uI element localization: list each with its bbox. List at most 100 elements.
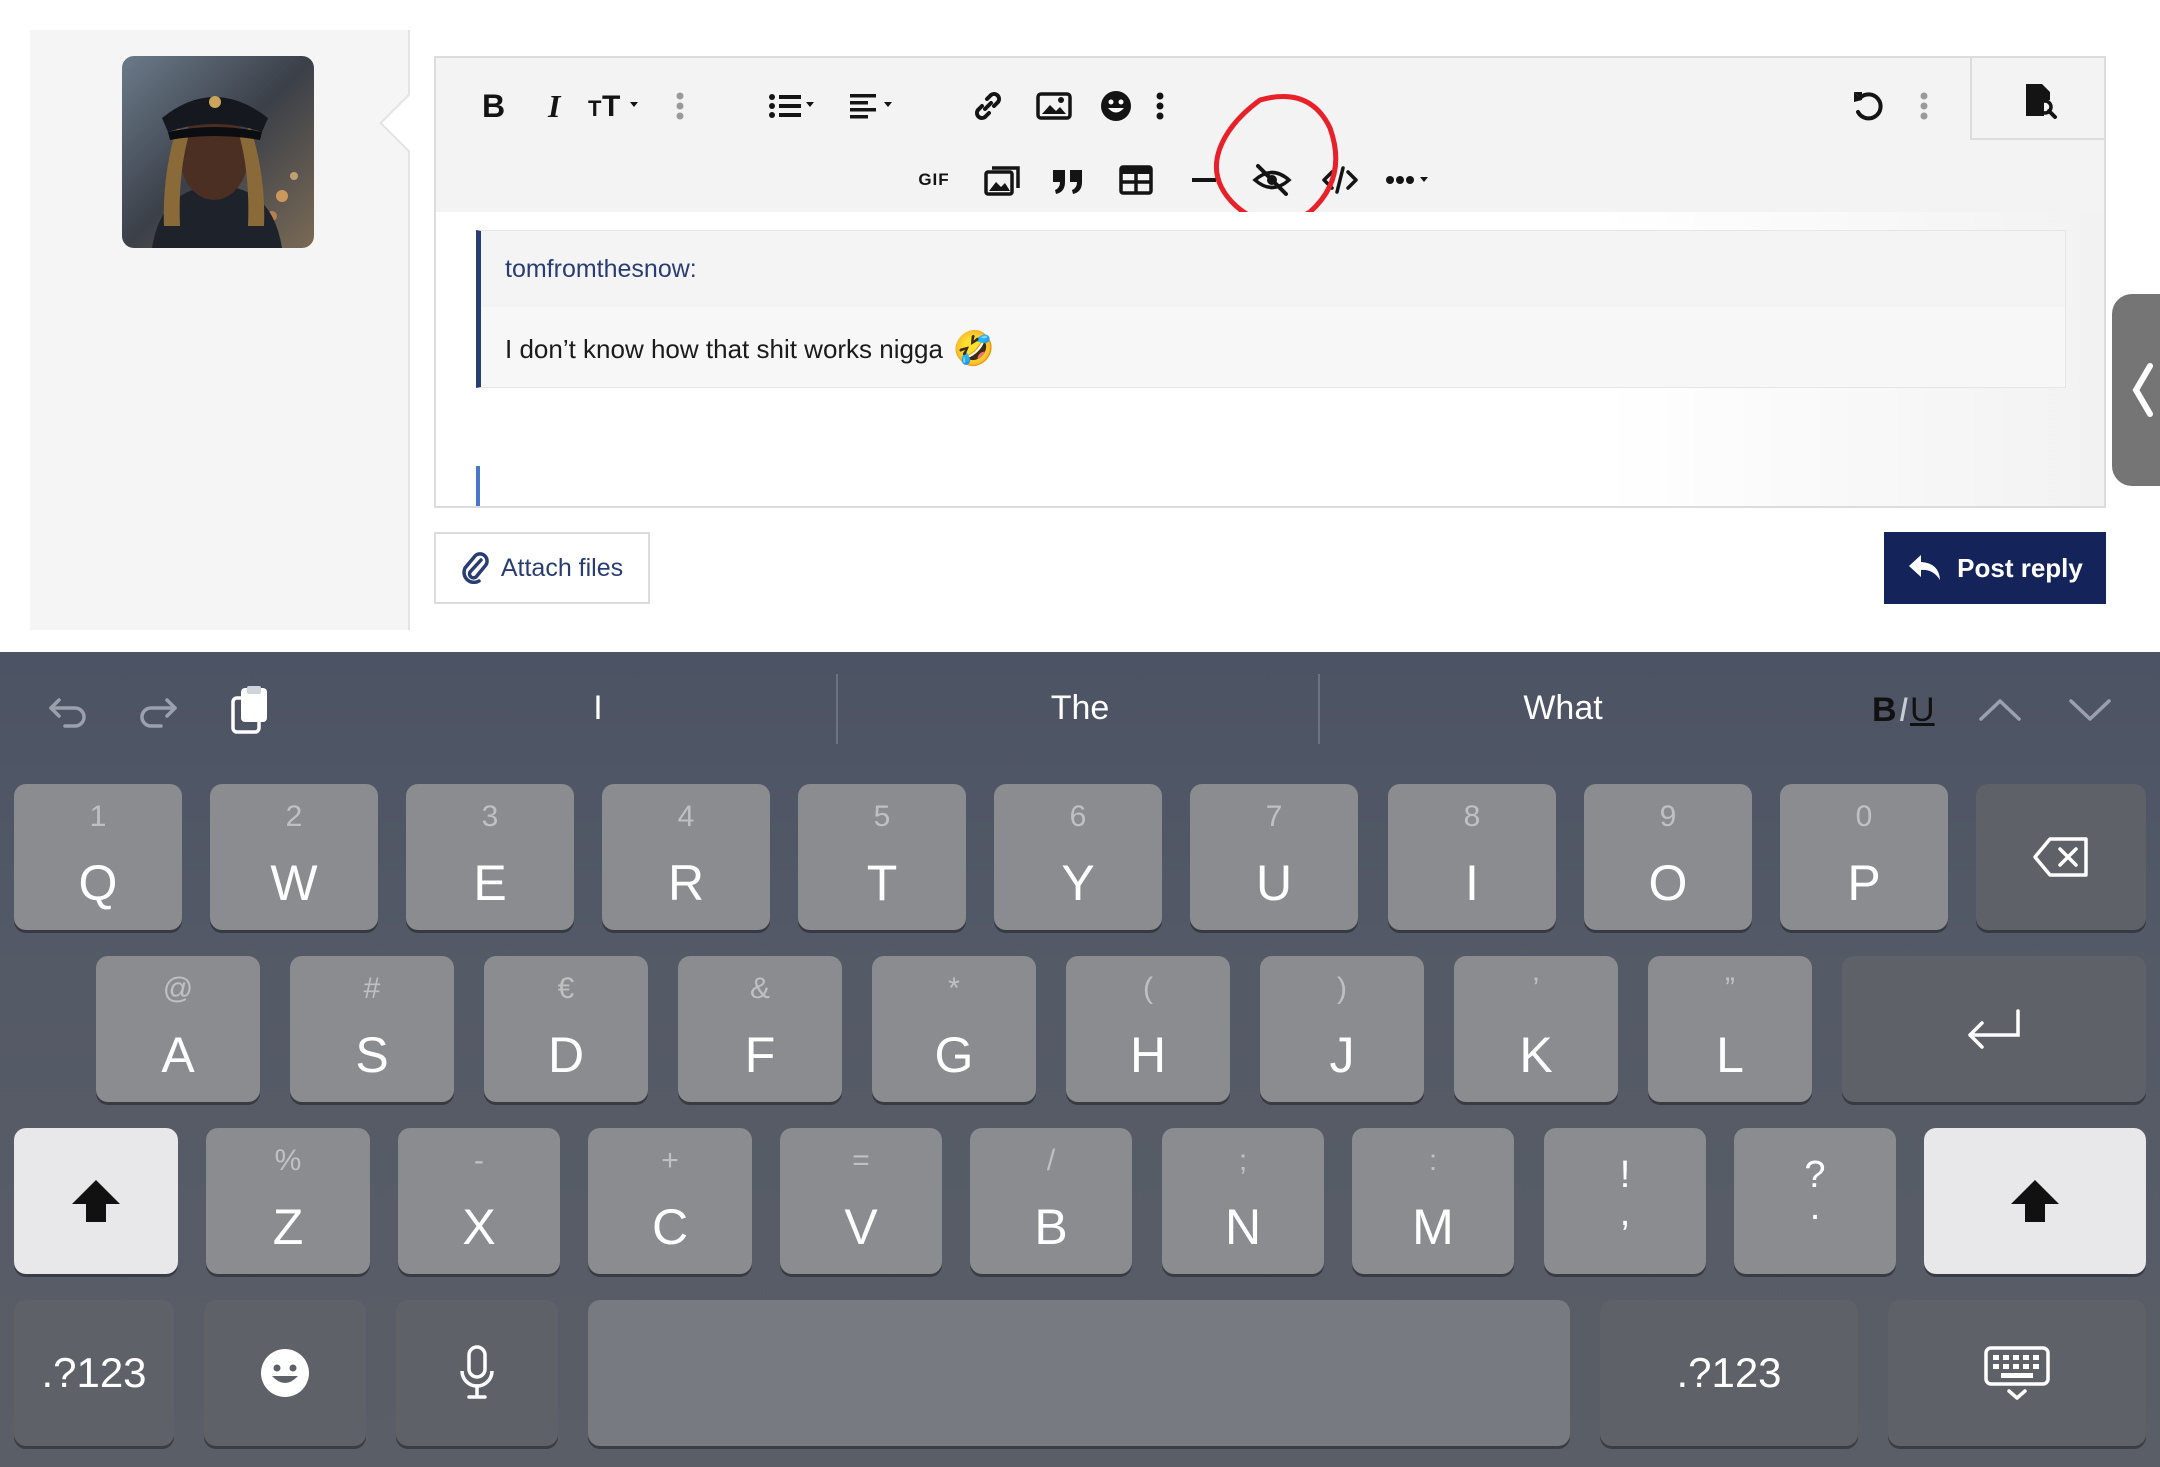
more-horizontal-icon[interactable] <box>1382 156 1442 204</box>
avatar[interactable] <box>122 56 314 248</box>
key-k[interactable]: ’ K <box>1454 956 1618 1102</box>
key-question-period[interactable]: ? . <box>1734 1128 1896 1274</box>
gallery-icon[interactable] <box>978 156 1026 204</box>
svg-text:T: T <box>602 90 620 123</box>
key-e[interactable]: 3E <box>406 784 574 930</box>
image-icon[interactable] <box>1030 82 1078 130</box>
numbers-key-right[interactable]: .?123 <box>1600 1300 1858 1446</box>
sidebar-toggle[interactable] <box>2112 294 2160 486</box>
user-cell <box>30 30 410 630</box>
more-vertical-icon[interactable] <box>668 82 692 130</box>
svg-text:B: B <box>482 88 505 124</box>
editor-content[interactable]: tomfromthesnow: I don’t know how that sh… <box>436 212 2104 506</box>
editor-toolbar: B I TT GIF <box>436 58 2104 226</box>
chevron-up-icon[interactable] <box>1970 682 2030 738</box>
shift-key-right[interactable] <box>1924 1128 2146 1274</box>
keyboard-undo-icon[interactable] <box>38 682 98 738</box>
key-b[interactable]: / B <box>970 1128 1132 1274</box>
on-screen-keyboard: I The What B I U 1Q 2W 3E 4R 5T 6Y 7U 8I… <box>0 652 2160 1467</box>
smiley-icon[interactable] <box>1092 82 1140 130</box>
key-g[interactable]: * G <box>872 956 1036 1102</box>
underline-format-label: U <box>1910 690 1935 729</box>
keyboard-suggestion-bar: I The What B I U <box>0 652 2160 762</box>
dictation-key[interactable] <box>396 1300 558 1446</box>
rich-text-editor[interactable]: B I TT GIF tomfromthesnow: I don’t know … <box>434 56 2106 508</box>
key-a[interactable]: @ A <box>96 956 260 1102</box>
text-size-icon[interactable]: TT <box>586 82 650 130</box>
paperclip-icon <box>462 552 489 584</box>
gif-icon[interactable]: GIF <box>910 156 958 204</box>
key-t[interactable]: 5T <box>798 784 966 930</box>
quote-text: I don’t know how that shit works nigga <box>505 333 943 364</box>
reply-icon <box>1909 555 1941 580</box>
svg-text:T: T <box>588 96 602 121</box>
delete-key[interactable] <box>1976 784 2146 930</box>
align-icon[interactable] <box>848 82 908 130</box>
key-y[interactable]: 6Y <box>994 784 1162 930</box>
backspace-icon <box>2033 837 2088 877</box>
return-key[interactable] <box>1842 956 2146 1102</box>
red-annotation-circle-icon <box>1213 94 1339 226</box>
undo-icon[interactable] <box>1844 82 1892 130</box>
clipboard-paste-icon[interactable] <box>220 682 280 738</box>
more-vertical-icon[interactable] <box>1148 82 1172 130</box>
key-exclamation-comma[interactable]: ! , <box>1544 1128 1706 1274</box>
link-icon[interactable] <box>964 82 1012 130</box>
svg-text:I: I <box>547 88 562 124</box>
return-icon <box>1968 1009 2020 1049</box>
shift-icon <box>2011 1180 2059 1222</box>
key-m[interactable]: :M <box>1352 1128 1514 1274</box>
numbers-key-left[interactable]: .?123 <box>14 1300 174 1446</box>
key-q[interactable]: 1Q <box>14 784 182 930</box>
suggestion-3[interactable]: What <box>1420 674 1706 742</box>
attach-files-label: Attach files <box>500 553 624 582</box>
key-u[interactable]: 7U <box>1190 784 1358 930</box>
suggestion-2[interactable]: The <box>940 674 1220 742</box>
suggestion-divider <box>836 674 838 744</box>
key-o[interactable]: 9O <box>1584 784 1752 930</box>
key-c[interactable]: + C <box>588 1128 752 1274</box>
suggestion-1[interactable]: I <box>460 674 736 742</box>
attach-files-button[interactable]: Attach files <box>434 532 650 604</box>
italic-icon[interactable]: I <box>532 82 580 130</box>
key-h[interactable]: (H <box>1066 956 1230 1102</box>
key-r[interactable]: 4R <box>602 784 770 930</box>
key-p[interactable]: 0P <box>1780 784 1948 930</box>
key-n[interactable]: ; N <box>1162 1128 1324 1274</box>
more-vertical-icon[interactable] <box>1912 82 1936 130</box>
dismiss-keyboard-key[interactable] <box>1888 1300 2146 1446</box>
emoji-icon <box>261 1349 309 1397</box>
space-bar[interactable] <box>588 1300 1570 1446</box>
quote-icon[interactable] <box>1044 156 1092 204</box>
key-w[interactable]: 2W <box>210 784 378 930</box>
bold-format-label: B <box>1872 690 1897 729</box>
key-i[interactable]: 8I <box>1388 784 1556 930</box>
preview-button[interactable] <box>1970 58 2104 140</box>
preview-icon <box>2014 76 2062 124</box>
emoji-key[interactable] <box>204 1300 366 1446</box>
key-d[interactable]: € D <box>484 956 648 1102</box>
text-caret <box>476 466 480 506</box>
key-f[interactable]: & F <box>678 956 842 1102</box>
blockquote: tomfromthesnow: I don’t know how that sh… <box>476 230 2066 388</box>
bold-icon[interactable]: B <box>470 82 518 130</box>
text-format-button[interactable]: B I U <box>1872 682 1935 738</box>
table-icon[interactable] <box>1112 156 1160 204</box>
forum-post-area: B I TT GIF tomfromthesnow: I don’t know … <box>0 0 2160 652</box>
key-l[interactable]: ” L <box>1648 956 1812 1102</box>
chevron-down-icon[interactable] <box>2060 682 2120 738</box>
keyboard-redo-icon[interactable] <box>128 682 188 738</box>
key-x[interactable]: -X <box>398 1128 560 1274</box>
quote-author[interactable]: tomfromthesnow: <box>481 231 2065 307</box>
post-reply-label: Post reply <box>1957 552 2083 583</box>
key-j[interactable]: ) J <box>1260 956 1424 1102</box>
chevron-left-icon <box>2132 363 2153 417</box>
shift-icon <box>72 1180 120 1222</box>
quote-body: I don’t know how that shit works nigga 🤣 <box>505 329 995 369</box>
list-icon[interactable] <box>766 82 826 130</box>
post-reply-button[interactable]: Post reply <box>1884 532 2106 604</box>
key-s[interactable]: # S <box>290 956 454 1102</box>
shift-key-left[interactable] <box>14 1128 178 1274</box>
key-v[interactable]: = V <box>780 1128 942 1274</box>
key-z[interactable]: % Z <box>206 1128 370 1274</box>
